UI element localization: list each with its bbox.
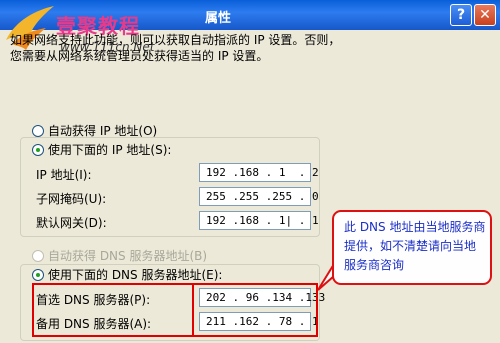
info-text: 如果网络支持此功能，则可以获取自动指派的 IP 设置。否则， 您需要从网络系统管… (10, 32, 340, 64)
manual-dns-label: 使用下面的 DNS 服务器地址(E): (48, 268, 223, 282)
ip-address-field[interactable]: 192 .168 . 1 . 2 (199, 163, 319, 182)
manual-ip-label: 使用下面的 IP 地址(S): (48, 143, 172, 157)
info-line-1: 如果网络支持此功能，则可以获取自动指派的 IP 设置。否则， (10, 33, 341, 47)
manual-ip-radio-circle[interactable] (32, 143, 44, 156)
manual-dns-radio[interactable]: 使用下面的 DNS 服务器地址(E): (32, 266, 226, 283)
subnet-mask-label: 子网掩码(U): (36, 192, 107, 206)
auto-ip-radio-circle[interactable] (32, 124, 44, 137)
auto-dns-radio[interactable]: 自动获得 DNS 服务器地址(B) (32, 247, 207, 264)
dns-label-highlight-frame (32, 283, 192, 337)
window-title: 属性 (205, 11, 232, 26)
close-button[interactable]: ✕ (474, 4, 496, 26)
help-icon: ? (456, 7, 466, 23)
close-icon: ✕ (479, 7, 491, 23)
help-button[interactable]: ? (450, 4, 472, 26)
manual-ip-radio[interactable]: 使用下面的 IP 地址(S): (32, 141, 175, 158)
ip-address-label: IP 地址(I): (36, 168, 92, 182)
subnet-mask-field[interactable]: 255 .255 .255 . 0 (199, 187, 319, 206)
manual-dns-radio-circle[interactable] (32, 268, 44, 281)
auto-dns-label: 自动获得 DNS 服务器地址(B) (48, 249, 208, 263)
default-gateway-field[interactable]: 192 .168 . 1| . 1 (199, 211, 319, 230)
info-line-2: 您需要从网络系统管理员处获得适当的 IP 设置。 (10, 49, 269, 63)
callout-text: 此 DNS 地址由当地服务商提供，如不清楚请向当地服务商咨询 (344, 220, 486, 272)
auto-dns-radio-circle[interactable] (32, 249, 44, 262)
default-gateway-label: 默认网关(D): (36, 216, 107, 230)
